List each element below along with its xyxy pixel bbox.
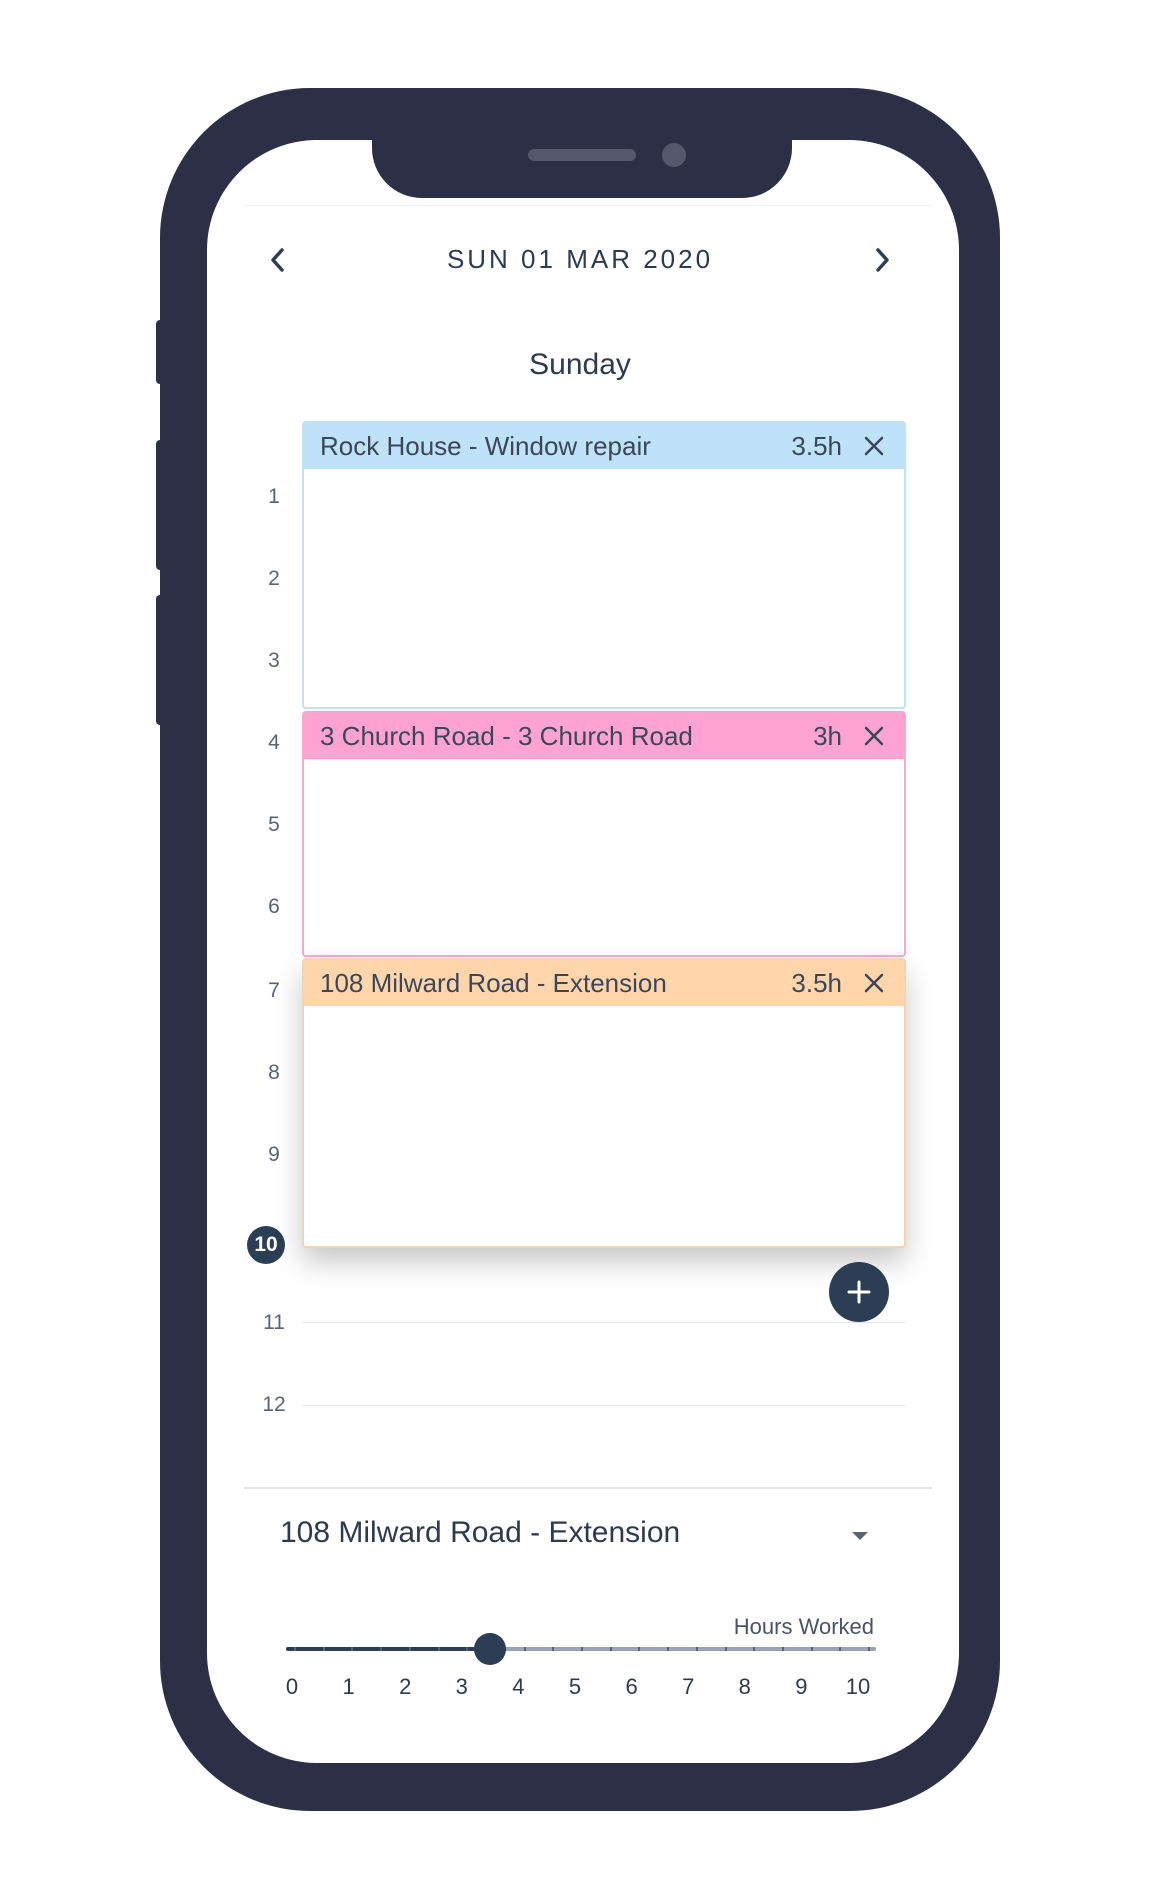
slider-tick-mark: [724, 1647, 727, 1651]
add-event-button[interactable]: [829, 1262, 889, 1322]
event-block[interactable]: Rock House - Window repair 3.5h: [302, 421, 906, 709]
event-header: 3 Church Road - 3 Church Road 3h: [304, 713, 904, 759]
event-header: Rock House - Window repair 3.5h: [304, 423, 904, 469]
slider-tick-label: 0: [285, 1674, 299, 1699]
hour-gridline: [302, 1405, 906, 1406]
previous-day-button[interactable]: [258, 240, 298, 280]
remove-event-button[interactable]: [860, 969, 888, 997]
slider-tick-label: 5: [568, 1674, 582, 1699]
slider-tick-label: 4: [512, 1674, 525, 1699]
slider-tick-mark: [753, 1647, 756, 1651]
hours-slider-fill: [286, 1647, 491, 1651]
slider-tick-mark: [667, 1647, 670, 1651]
hour-label: 6: [268, 895, 280, 918]
slider-label: Hours Worked: [733, 1614, 874, 1639]
event-header: 108 Milward Road - Extension 3.5h: [304, 960, 904, 1006]
slider-tick-mark: [523, 1647, 526, 1651]
slider-tick-label: 3: [455, 1674, 468, 1699]
caret-down-icon[interactable]: [847, 1527, 873, 1545]
event-title: 3 Church Road - 3 Church Road: [320, 720, 693, 751]
event-duration: 3.5h: [791, 967, 842, 998]
slider-tick-mark: [839, 1647, 842, 1651]
hour-label: 12: [262, 1393, 286, 1416]
phone-mute-switch: [156, 320, 168, 384]
hour-label: 3: [268, 649, 280, 672]
slider-tick-mark: [609, 1647, 612, 1651]
slider-tick-mark: [294, 1647, 296, 1651]
slider-tick-mark: [781, 1647, 784, 1651]
slider-tick-mark: [581, 1647, 583, 1651]
close-icon: [864, 726, 884, 746]
event-block[interactable]: 3 Church Road - 3 Church Road 3h: [302, 711, 906, 957]
hour-label: 4: [268, 731, 280, 754]
plus-icon: [847, 1280, 871, 1304]
slider-tick-mark: [408, 1647, 411, 1651]
slider-tick-label: 2: [399, 1674, 412, 1699]
remove-event-button[interactable]: [860, 432, 888, 460]
slider-tick-label: 9: [795, 1674, 808, 1699]
day-label: Sunday: [529, 348, 631, 381]
phone-volume-down: [156, 595, 168, 725]
header-divider: [244, 205, 932, 206]
current-hour-badge: 10: [247, 1226, 285, 1264]
hour-label: 9: [268, 1143, 280, 1166]
event-title: Rock House - Window repair: [320, 430, 651, 461]
slider-tick-mark: [810, 1647, 813, 1651]
slider-tick-label: 7: [682, 1674, 695, 1699]
slider-tick-mark: [552, 1647, 555, 1651]
chevron-left-icon: [271, 248, 284, 272]
next-day-button[interactable]: [862, 240, 902, 280]
phone-speaker: [528, 149, 636, 161]
event-block-selected[interactable]: 108 Milward Road - Extension 3.5h: [302, 958, 906, 1248]
phone-volume-up: [156, 440, 168, 570]
event-title: 108 Milward Road - Extension: [320, 967, 667, 998]
slider-tick-label: 8: [738, 1674, 751, 1699]
hour-label: 7: [268, 979, 280, 1002]
slider-tick-mark: [351, 1647, 354, 1651]
hour-label: 8: [268, 1061, 280, 1084]
slider-tick-mark: [322, 1647, 325, 1651]
slider-tick-mark: [466, 1647, 469, 1651]
remove-event-button[interactable]: [860, 722, 888, 750]
slider-tick-mark: [638, 1647, 641, 1651]
hour-label: 1: [268, 485, 280, 508]
slider-tick-label: 10: [845, 1674, 871, 1699]
hour-label: 11: [263, 1311, 285, 1334]
slider-tick-mark: [380, 1647, 383, 1651]
phone-camera: [662, 143, 686, 167]
hour-label: 2: [268, 567, 280, 590]
slider-tick-mark: [868, 1647, 870, 1651]
event-duration: 3.5h: [791, 430, 842, 461]
slider-tick-mark: [437, 1647, 440, 1651]
close-icon: [864, 436, 884, 456]
hour-gridline: [302, 1322, 906, 1323]
hour-label: 5: [268, 813, 280, 836]
close-icon: [864, 973, 884, 993]
event-duration: 3h: [813, 720, 842, 751]
slider-tick-label: 1: [342, 1674, 355, 1699]
date-title: SUN 01 MAR 2020: [446, 244, 714, 274]
hours-slider-thumb[interactable]: [474, 1633, 507, 1665]
bottom-panel-divider: [244, 1487, 932, 1489]
slider-tick-label: 6: [625, 1674, 638, 1699]
chevron-right-icon: [876, 248, 889, 272]
slider-tick-mark: [695, 1647, 698, 1651]
job-select[interactable]: 108 Milward Road - Extension: [280, 1516, 840, 1550]
